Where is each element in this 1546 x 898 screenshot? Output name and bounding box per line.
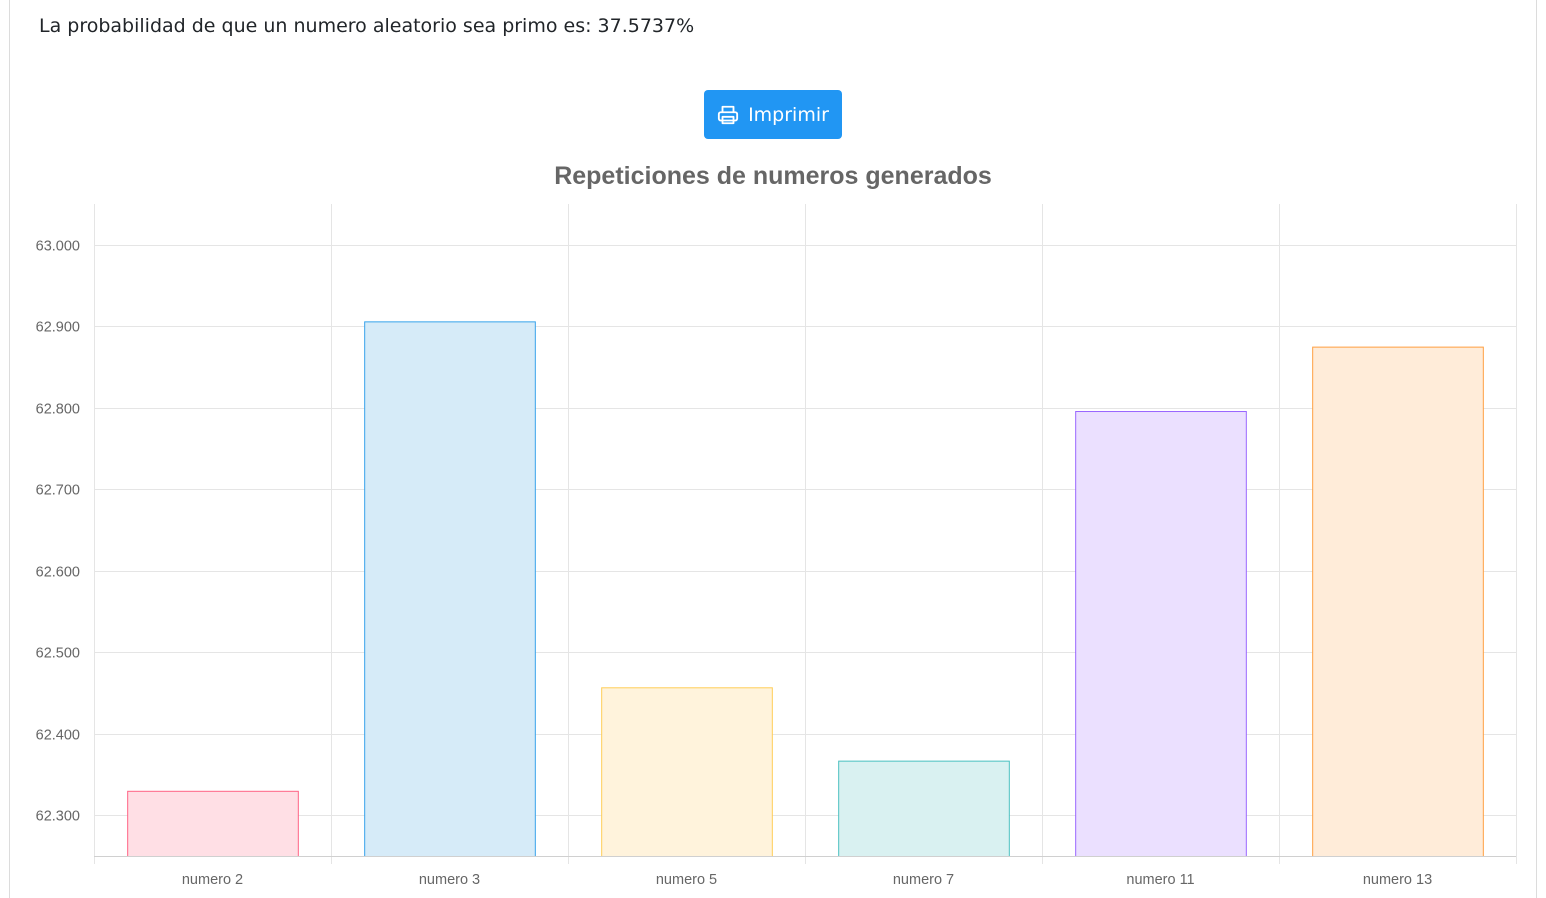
y-tick-label: 62.300 xyxy=(36,809,80,825)
x-tick-label: numero 5 xyxy=(656,872,717,888)
y-tick-label: 63.000 xyxy=(36,239,80,255)
y-tick-label: 62.400 xyxy=(36,728,80,744)
x-tick-label: numero 13 xyxy=(1363,872,1432,888)
bar-numero-3 xyxy=(364,321,536,857)
y-tick-label: 62.500 xyxy=(36,646,80,662)
chart-grid xyxy=(94,204,1517,864)
bar-chart: Repeticiones de numeros generados 63.000… xyxy=(36,162,1517,888)
y-tick-label: 62.600 xyxy=(36,565,80,581)
y-tick-label: 62.800 xyxy=(36,402,80,418)
bar-numero-11 xyxy=(1075,411,1247,857)
bar-numero-7 xyxy=(838,760,1010,858)
bar-numero-5 xyxy=(601,687,773,857)
bar-numero-13 xyxy=(1312,346,1484,857)
x-tick-label: numero 2 xyxy=(182,872,243,888)
chart-title: Repeticiones de numeros generados xyxy=(554,162,992,190)
y-tick-label: 62.900 xyxy=(36,320,80,336)
bar-numero-2 xyxy=(127,790,299,857)
x-tick-label: numero 11 xyxy=(1126,872,1194,888)
chart-axes: 63.000 62.900 62.800 62.700 62.600 62.500 62.4… xyxy=(36,239,1516,888)
y-tick-label: 62.700 xyxy=(36,483,80,499)
x-tick-label: numero 7 xyxy=(893,872,954,888)
x-tick-label: numero 3 xyxy=(419,872,480,888)
